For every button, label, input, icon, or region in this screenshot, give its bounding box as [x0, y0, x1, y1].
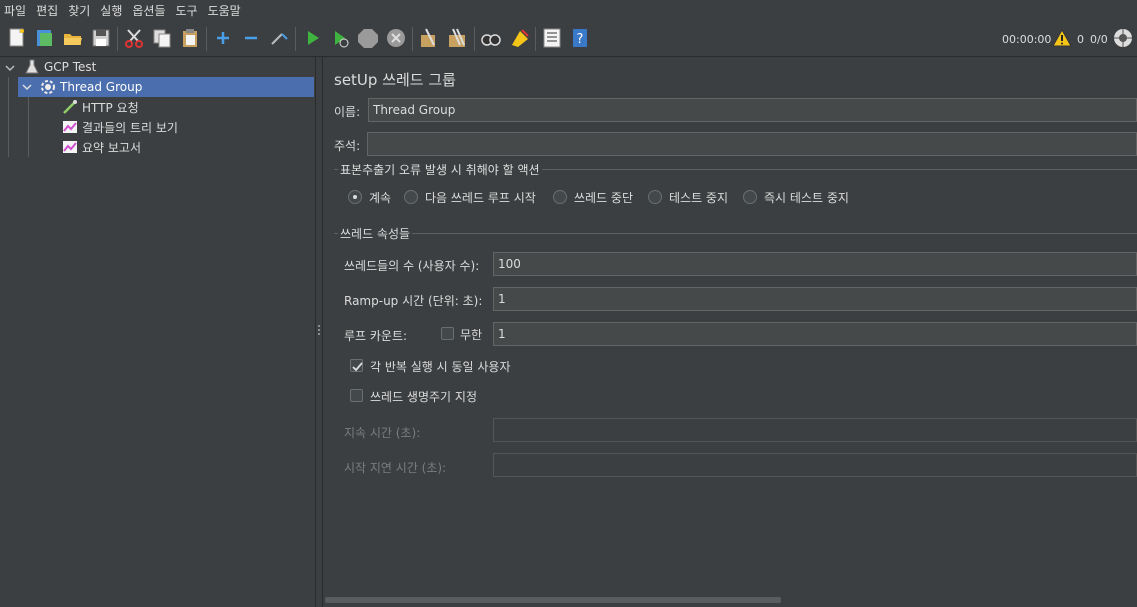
- startup-delay-label: 시작 지연 시간 (초):: [344, 461, 447, 475]
- start-icon[interactable]: [301, 27, 323, 49]
- toggle-icon[interactable]: [268, 27, 290, 49]
- tree-node-label: HTTP 요청: [82, 100, 139, 115]
- comment-label: 주석:: [334, 139, 361, 153]
- rampup-label: Ramp-up 시간 (단위: 초):: [344, 294, 483, 308]
- stop-icon[interactable]: [357, 27, 379, 49]
- menu-edit[interactable]: 편집: [36, 2, 58, 19]
- collapse-icon[interactable]: [240, 27, 262, 49]
- active-threads-ratio: 0/0: [1090, 33, 1108, 46]
- same-user-checkbox[interactable]: [350, 359, 363, 372]
- templates-icon[interactable]: [34, 27, 56, 49]
- same-user-label: 각 반복 실행 시 동일 사용자: [370, 360, 511, 374]
- menu-options[interactable]: 옵션들: [132, 2, 165, 19]
- radio-stop-test[interactable]: [648, 190, 662, 204]
- radio-stop-thread[interactable]: [553, 190, 567, 204]
- panel-title: setUp 쓰레드 그룹: [334, 71, 456, 89]
- function-helper-icon[interactable]: [541, 27, 563, 49]
- thread-group-panel: setUp 쓰레드 그룹 이름: 주석: 표본추출기 오류 발생 시 취해야 할…: [324, 57, 1137, 607]
- radio-label: 다음 쓰레드 루프 시작: [425, 191, 536, 205]
- start-no-pauses-icon[interactable]: [329, 27, 351, 49]
- loop-count-input[interactable]: [493, 322, 1137, 346]
- new-icon[interactable]: [6, 27, 28, 49]
- tree-node-view-results-tree[interactable]: 결과들의 트리 보기: [62, 117, 178, 137]
- open-icon[interactable]: [62, 27, 84, 49]
- chart-icon: [63, 141, 77, 153]
- clear-icon[interactable]: [418, 27, 440, 49]
- save-icon[interactable]: [90, 27, 112, 49]
- infinite-label: 무한: [460, 328, 483, 342]
- rampup-input[interactable]: [493, 287, 1137, 311]
- expand-icon[interactable]: [212, 27, 234, 49]
- help-icon[interactable]: ?: [569, 27, 591, 49]
- name-input[interactable]: [368, 98, 1137, 122]
- radio-label: 계속: [369, 191, 392, 205]
- radio-continue[interactable]: [348, 190, 362, 204]
- menu-tools[interactable]: 도구: [176, 2, 198, 19]
- chart-icon: [63, 121, 77, 133]
- tree-node-summary-report[interactable]: 요약 보고서: [62, 137, 141, 157]
- tree-node-test-plan[interactable]: GCP Test: [24, 57, 96, 77]
- duration-label: 지속 시간 (초):: [344, 426, 421, 440]
- reset-search-icon[interactable]: [508, 27, 530, 49]
- split-pane-divider[interactable]: [316, 57, 323, 607]
- paste-icon[interactable]: [179, 27, 201, 49]
- threads-input[interactable]: [493, 252, 1137, 276]
- menu-run[interactable]: 실행: [100, 2, 122, 19]
- elapsed-timer: 00:00:00: [1002, 33, 1052, 46]
- clear-all-icon[interactable]: [446, 27, 468, 49]
- tree-node-label: GCP Test: [44, 60, 97, 74]
- menu-bar: 파일 편집 찾기 실행 옵션들 도구 도움말: [0, 0, 1137, 21]
- duration-input[interactable]: [493, 418, 1137, 442]
- tree-node-label: 요약 보고서: [82, 140, 142, 155]
- cut-icon[interactable]: [123, 27, 145, 49]
- pipette-icon: [63, 100, 77, 114]
- infinite-checkbox[interactable]: [441, 327, 454, 340]
- menu-file[interactable]: 파일: [4, 2, 26, 19]
- radio-start-next-loop[interactable]: [404, 190, 418, 204]
- name-label: 이름:: [334, 105, 361, 119]
- copy-icon[interactable]: [151, 27, 173, 49]
- test-plan-tree: GCP Test Thread Group HTTP 요청 결과들의 트리 보기…: [0, 57, 316, 607]
- shutdown-icon[interactable]: [385, 27, 407, 49]
- radio-label: 쓰레드 중단: [574, 191, 634, 205]
- toolbar: ? 00:00:00 0 0/0: [0, 21, 1137, 57]
- lifetime-checkbox[interactable]: [350, 389, 363, 402]
- thread-properties-legend: 쓰레드 속성들: [338, 225, 413, 242]
- loop-count-label: 루프 카운트:: [344, 329, 408, 343]
- lifetime-label: 쓰레드 생명주기 지정: [370, 390, 477, 404]
- tree-node-label: Thread Group: [60, 80, 143, 94]
- checkmark-icon: [352, 362, 363, 372]
- radio-stop-test-now[interactable]: [743, 190, 757, 204]
- tree-node-label: 결과들의 트리 보기: [82, 120, 178, 135]
- sampler-error-legend: 표본추출기 오류 발생 시 취해야 할 액션: [338, 161, 542, 178]
- chevron-down-icon[interactable]: [5, 63, 15, 73]
- threads-label: 쓰레드들의 수 (사용자 수):: [344, 259, 480, 273]
- warning-count: 0: [1077, 33, 1084, 46]
- comment-input[interactable]: [367, 132, 1137, 156]
- search-icon[interactable]: [480, 27, 502, 49]
- radio-label: 즉시 테스트 중지: [764, 191, 849, 205]
- menu-help[interactable]: 도움말: [208, 2, 241, 19]
- chevron-down-icon[interactable]: [22, 82, 32, 92]
- flask-icon: [25, 59, 39, 74]
- warning-icon[interactable]: [1052, 28, 1072, 48]
- menu-search[interactable]: 찾기: [68, 2, 90, 19]
- tree-node-thread-group[interactable]: Thread Group: [18, 77, 314, 97]
- tree-node-http-request[interactable]: HTTP 요청: [62, 97, 139, 117]
- horizontal-scrollbar[interactable]: [325, 597, 781, 603]
- startup-delay-input[interactable]: [493, 453, 1137, 477]
- radio-label: 테스트 중지: [669, 191, 729, 205]
- gear-icon: [41, 80, 55, 94]
- svg-text:?: ?: [577, 32, 584, 47]
- remote-icon[interactable]: [1113, 28, 1133, 48]
